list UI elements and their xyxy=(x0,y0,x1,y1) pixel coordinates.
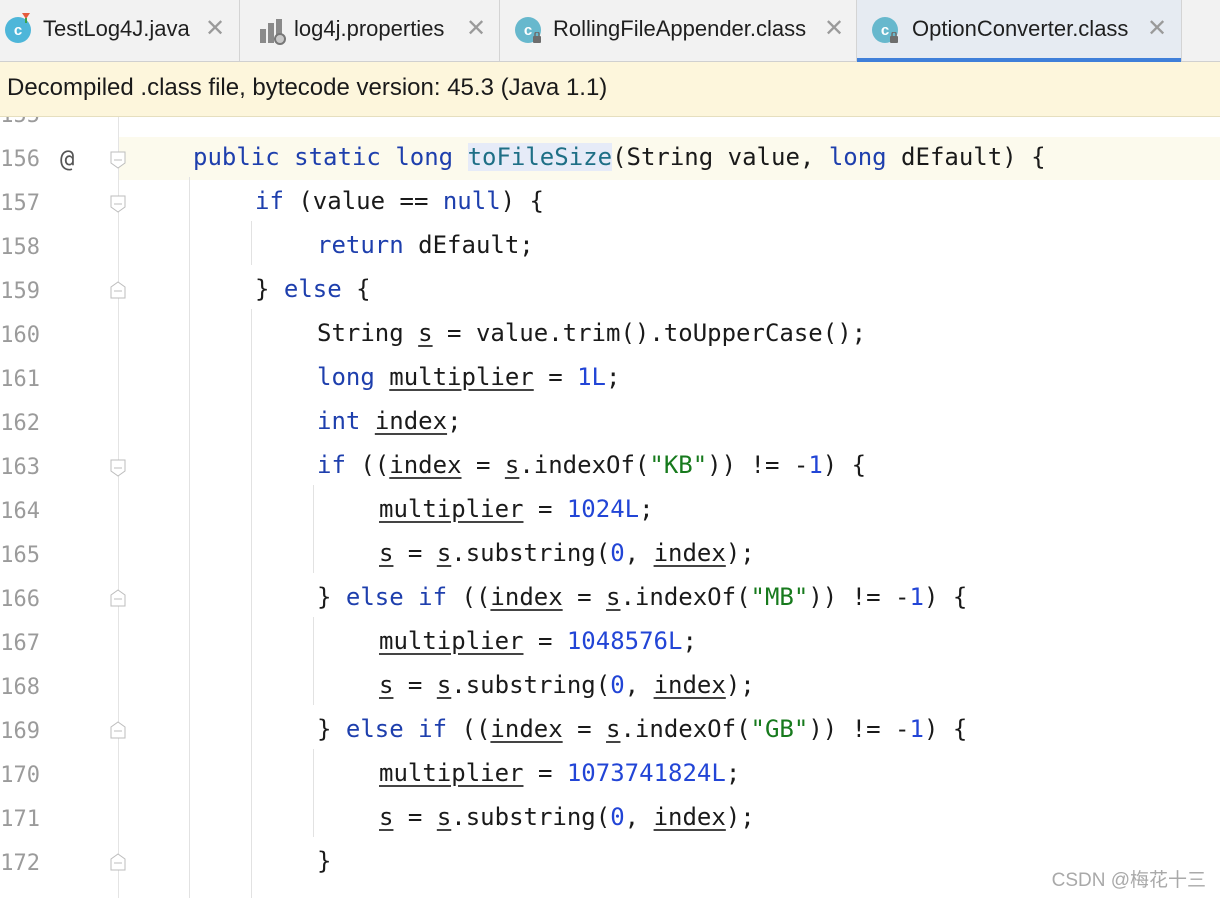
line-number: 155 xyxy=(0,117,40,128)
line-number: 156 xyxy=(0,147,40,172)
code-line[interactable]: multiplier = 1073741824L; xyxy=(379,759,740,787)
gutter-separator xyxy=(118,117,119,898)
line-number: 169 xyxy=(0,719,40,744)
line-number: 162 xyxy=(0,411,40,436)
code-line[interactable]: long multiplier = 1L; xyxy=(317,363,620,391)
line-number: 170 xyxy=(0,763,40,788)
indent-guide xyxy=(251,221,252,265)
indent-guide xyxy=(189,177,190,898)
line-number: 157 xyxy=(0,191,40,216)
properties-file-icon xyxy=(258,17,286,45)
fold-end-icon[interactable] xyxy=(110,853,126,871)
line-number: 160 xyxy=(0,323,40,348)
code-line[interactable]: multiplier = 1024L; xyxy=(379,495,654,523)
banner-text: Decompiled .class file, bytecode version… xyxy=(7,74,608,101)
close-icon[interactable]: ✕ xyxy=(466,14,486,43)
line-number: 159 xyxy=(0,279,40,304)
decompiled-notice-banner: Decompiled .class file, bytecode version… xyxy=(0,62,1220,117)
class-file-icon: c xyxy=(872,17,898,43)
code-line[interactable]: } xyxy=(317,847,331,875)
editor-tab-bar: c TestLog4J.java ✕ log4j.properties ✕ c … xyxy=(0,0,1220,62)
line-number: 166 xyxy=(0,587,40,612)
tab-testlog4j-java[interactable]: c TestLog4J.java ✕ xyxy=(0,0,240,61)
fold-start-icon[interactable] xyxy=(110,459,126,477)
fold-start-icon[interactable] xyxy=(110,151,126,169)
tab-label: RollingFileAppender.class xyxy=(553,16,807,41)
line-number: 161 xyxy=(0,367,40,392)
code-line[interactable]: int index; xyxy=(317,407,462,435)
code-line[interactable]: s = s.substring(0, index); xyxy=(379,803,755,831)
tab-label: TestLog4J.java xyxy=(43,16,190,41)
tab-label: OptionConverter.class xyxy=(912,16,1129,41)
fold-end-icon[interactable] xyxy=(110,721,126,739)
code-line[interactable]: } else if ((index = s.indexOf("GB")) != … xyxy=(317,715,967,743)
class-file-icon: c xyxy=(515,17,541,43)
line-number: 168 xyxy=(0,675,40,700)
indent-guide xyxy=(313,617,314,705)
code-editor[interactable]: 155 156 157 158 159 160 161 162 163 164 … xyxy=(0,117,1220,898)
line-number: 158 xyxy=(0,235,40,260)
tab-log4j-properties[interactable]: log4j.properties ✕ xyxy=(240,0,500,61)
line-number: 171 xyxy=(0,807,40,832)
code-line[interactable]: String s = value.trim().toUpperCase(); xyxy=(317,319,866,347)
close-icon[interactable]: ✕ xyxy=(205,14,225,43)
method-marker-icon[interactable]: @ xyxy=(60,145,74,173)
close-icon[interactable]: ✕ xyxy=(824,14,844,43)
fold-end-icon[interactable] xyxy=(110,281,126,299)
line-number: 163 xyxy=(0,455,40,480)
line-number: 165 xyxy=(0,543,40,568)
code-line[interactable]: if ((index = s.indexOf("KB")) != -1) { xyxy=(317,451,866,479)
code-line[interactable]: multiplier = 1048576L; xyxy=(379,627,697,655)
java-class-icon: c xyxy=(5,13,31,43)
code-line[interactable]: s = s.substring(0, index); xyxy=(379,671,755,699)
fold-end-icon[interactable] xyxy=(110,589,126,607)
line-number: 164 xyxy=(0,499,40,524)
code-line[interactable]: s = s.substring(0, index); xyxy=(379,539,755,567)
indent-guide xyxy=(251,309,252,898)
tab-optionconverter-class[interactable]: c OptionConverter.class ✕ xyxy=(857,0,1182,62)
code-line[interactable]: return dEfault; xyxy=(317,231,534,259)
tab-rollingfileappender-class[interactable]: c RollingFileAppender.class ✕ xyxy=(500,0,857,61)
indent-guide xyxy=(313,485,314,573)
indent-guide xyxy=(313,749,314,837)
code-line[interactable]: } else { xyxy=(255,275,371,303)
close-icon[interactable]: ✕ xyxy=(1147,14,1167,43)
fold-start-icon[interactable] xyxy=(110,195,126,213)
line-number: 167 xyxy=(0,631,40,656)
code-line[interactable]: } else if ((index = s.indexOf("MB")) != … xyxy=(317,583,967,611)
tab-label: log4j.properties xyxy=(294,16,445,41)
line-number: 172 xyxy=(0,851,40,876)
watermark: CSDN @梅花十三 xyxy=(1051,870,1206,891)
code-line[interactable]: public static long toFileSize(String val… xyxy=(193,143,1046,171)
code-line[interactable]: if (value == null) { xyxy=(255,187,544,215)
